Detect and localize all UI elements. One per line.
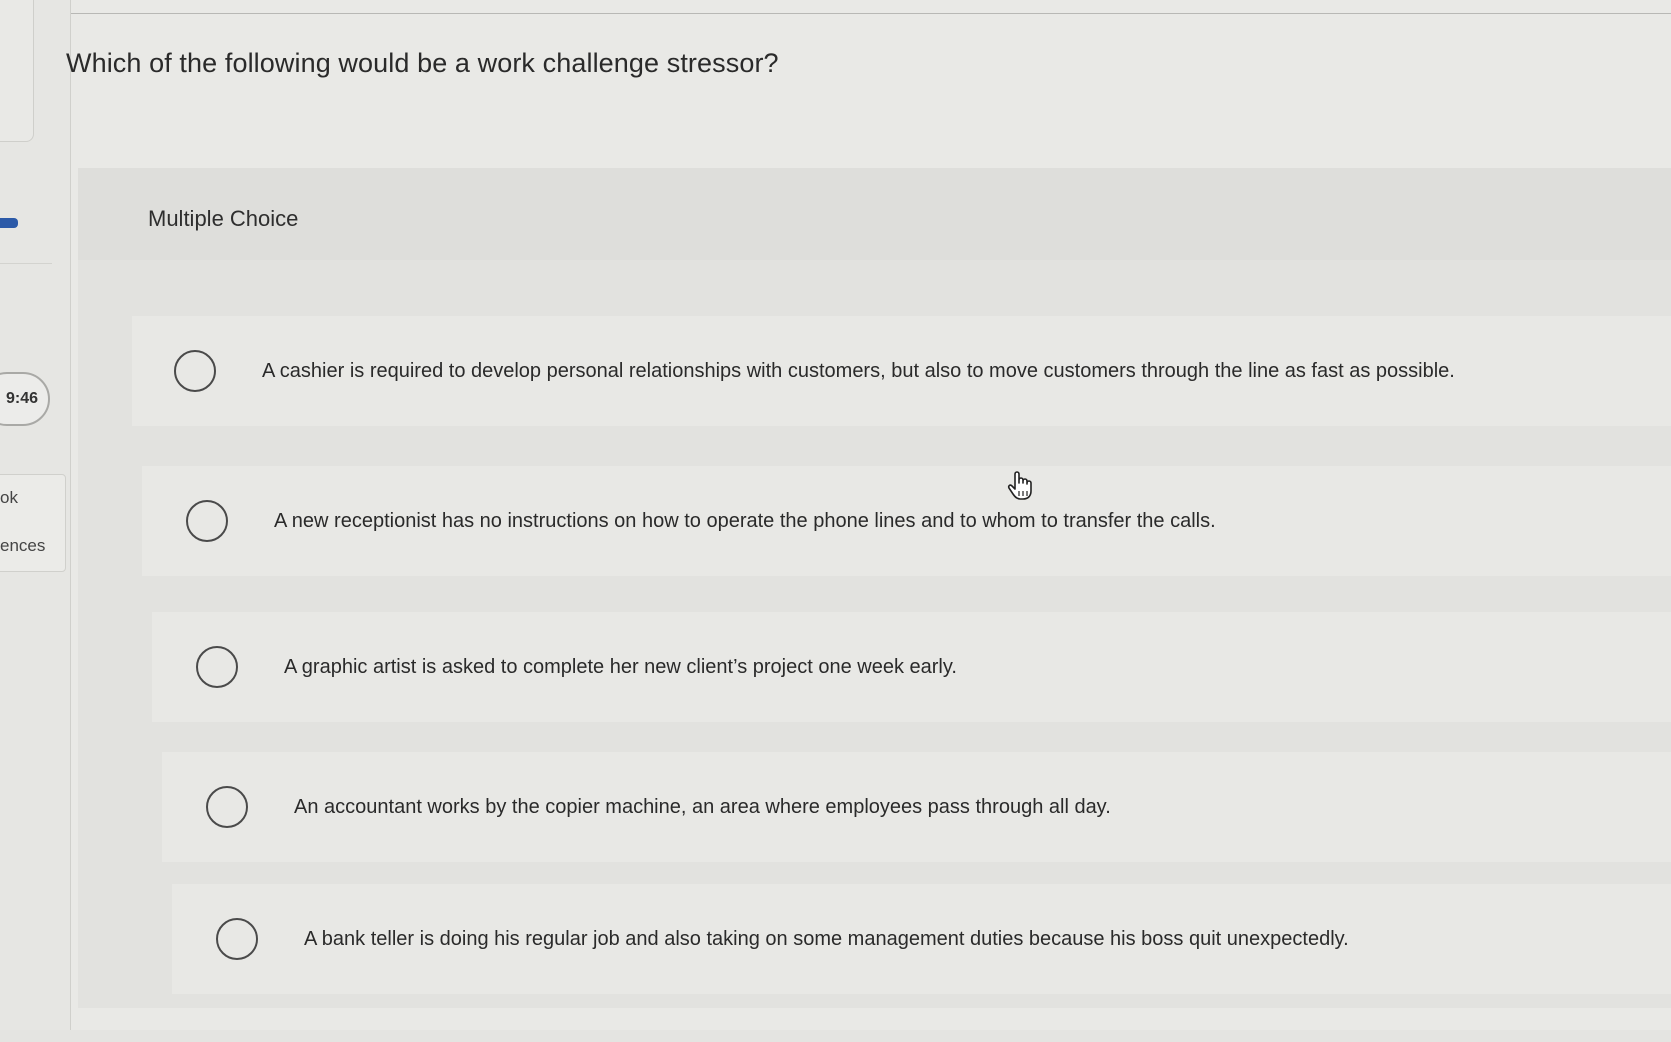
timer-text: 9:46 xyxy=(5,390,38,407)
sidebar: 9:46 ok ences xyxy=(0,0,71,1042)
radio-button[interactable] xyxy=(216,918,258,960)
answer-option-3[interactable]: A graphic artist is asked to complete he… xyxy=(152,612,1671,722)
answer-option-4[interactable]: An accountant works by the copier machin… xyxy=(162,752,1671,862)
bottom-strip xyxy=(0,1030,1671,1042)
radio-button[interactable] xyxy=(186,500,228,542)
multiple-choice-header xyxy=(78,168,1671,260)
sidebar-divider xyxy=(0,263,52,264)
hand-pointer-icon xyxy=(1007,471,1032,500)
answer-option-label: A cashier is required to develop persona… xyxy=(262,359,1455,382)
radio-button[interactable] xyxy=(174,350,216,392)
answer-option-5[interactable]: A bank teller is doing his regular job a… xyxy=(172,884,1671,994)
radio-button[interactable] xyxy=(196,646,238,688)
sidebar-link-references[interactable]: ences xyxy=(0,536,45,556)
sidebar-link-ebook[interactable]: ok xyxy=(0,488,18,508)
answer-option-1[interactable]: A cashier is required to develop persona… xyxy=(132,316,1671,426)
answer-option-label: A graphic artist is asked to complete he… xyxy=(284,655,957,678)
timer-badge[interactable]: 9:46 xyxy=(0,372,50,426)
sidebar-active-indicator xyxy=(0,218,18,228)
answer-option-label: A new receptionist has no instructions o… xyxy=(274,509,1216,532)
radio-button[interactable] xyxy=(206,786,248,828)
content-frame xyxy=(62,0,1671,14)
multiple-choice-label: Multiple Choice xyxy=(148,206,299,231)
answer-option-label: An accountant works by the copier machin… xyxy=(294,795,1111,818)
answer-panel xyxy=(78,168,1671,1008)
answer-option-label: A bank teller is doing his regular job a… xyxy=(304,927,1349,950)
question-text: Which of the following would be a work c… xyxy=(66,48,779,78)
sidebar-top-panel xyxy=(0,0,34,142)
answer-option-2[interactable]: A new receptionist has no instructions o… xyxy=(142,466,1671,576)
